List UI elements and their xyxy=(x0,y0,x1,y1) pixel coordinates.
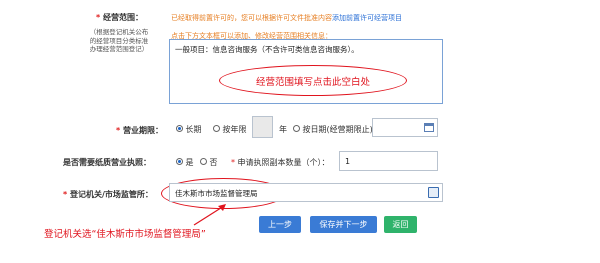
paper-option-no[interactable]: 否 xyxy=(200,157,218,168)
authority-value: 佳木斯市市场监督管理局 xyxy=(175,189,258,198)
term-date-input[interactable] xyxy=(372,118,438,137)
scope-side-tips: （根据登记机关公布 的经营项目分类标准 办理经营范围登记） xyxy=(89,28,149,53)
copy-count-input[interactable]: 1 xyxy=(339,151,438,171)
save-next-button[interactable]: 保存并下一步 xyxy=(310,216,377,233)
paper-option-yes[interactable]: 是 xyxy=(176,157,194,168)
paper-license-label: 是否需要纸质营业执照： xyxy=(63,158,151,167)
business-scope-label: * 经营范围： xyxy=(96,13,143,22)
authority-select[interactable]: 佳木斯市市场监督管理局 xyxy=(169,183,443,202)
term-option-date[interactable]: 按日期(经营期限止) xyxy=(293,124,373,135)
authority-label: * 登记机关/市场监管所： xyxy=(63,190,153,199)
radio-yes-checked-icon[interactable] xyxy=(176,158,183,165)
term-years-unit: 年 xyxy=(279,125,287,134)
calendar-icon[interactable] xyxy=(424,123,434,132)
term-label: * 营业期限： xyxy=(116,126,163,135)
term-option-years[interactable]: 按年限 xyxy=(213,124,247,135)
term-years-input[interactable] xyxy=(252,116,273,138)
picker-icon[interactable] xyxy=(428,187,439,198)
prev-step-button[interactable]: 上一步 xyxy=(259,216,301,233)
term-option-long[interactable]: 长期 xyxy=(176,124,202,135)
authority-callout-text: 登记机关选“佳木斯市市场监督管理局” xyxy=(44,229,206,240)
radio-long-checked-icon[interactable] xyxy=(176,125,183,132)
term-field: 长期 按年限 年 按日期(经营期限止) xyxy=(169,116,443,140)
radio-years-icon[interactable] xyxy=(213,125,220,132)
scope-callout-text: 经营范围填写点击此空白处 xyxy=(255,77,370,88)
radio-date-icon[interactable] xyxy=(293,125,300,132)
copy-count-label: * 申请执照副本数量（个）： xyxy=(231,158,330,167)
add-prior-permit-link[interactable]: 添加前置许可经营项目 xyxy=(332,14,402,22)
paper-license-field: 是 否 * 申请执照副本数量（个）： 1 xyxy=(169,151,443,173)
back-button[interactable]: 返回 xyxy=(384,216,417,233)
prior-permit-note: 已经取得前置许可的，您可以根据许可文件批准内容添加前置许可经营项目 xyxy=(171,14,402,22)
business-scope-text: 一般项目：信息咨询服务（不含许可类信息咨询服务）。 xyxy=(175,45,359,54)
radio-no-icon[interactable] xyxy=(200,158,207,165)
